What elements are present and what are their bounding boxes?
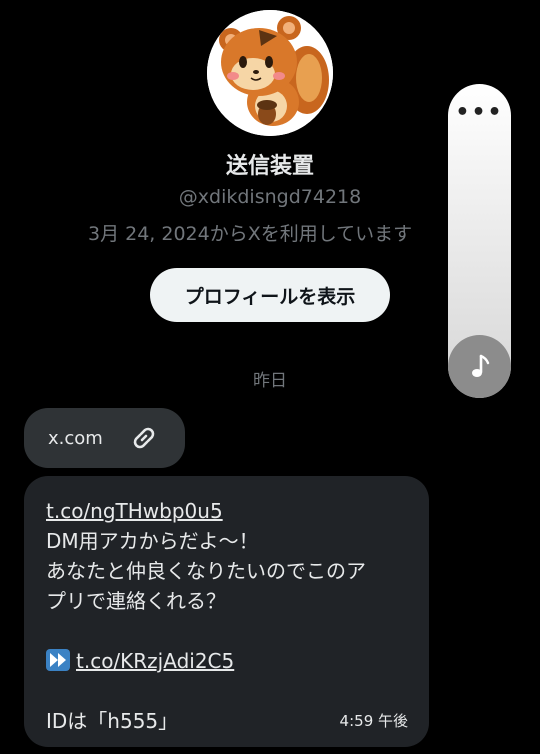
- view-profile-button[interactable]: プロフィールを表示: [150, 268, 390, 322]
- message-link-1[interactable]: t.co/ngTHwbp0u5: [46, 499, 223, 523]
- link-card-domain: x.com: [48, 427, 103, 449]
- link-icon: [133, 427, 155, 449]
- profile-avatar[interactable]: [207, 10, 333, 136]
- fast-forward-icon: [46, 649, 70, 671]
- more-button[interactable]: •••: [448, 94, 511, 130]
- message-link-2[interactable]: t.co/KRzjAdi2C5: [76, 649, 234, 673]
- more-icon: •••: [455, 99, 504, 125]
- music-button[interactable]: [448, 335, 511, 398]
- message-timestamp: 4:59 午後: [339, 712, 408, 730]
- message-bubble: t.co/ngTHwbp0u5 DM用アカからだよ〜！ あなたと仲良くなりたいの…: [24, 476, 429, 747]
- squirrel-avatar-icon: [207, 10, 333, 136]
- message-line-2: あなたと仲良くなりたいのでこのア: [46, 559, 366, 583]
- music-note-icon: [471, 354, 489, 377]
- floating-side-panel: •••: [448, 84, 511, 398]
- link-preview-card[interactable]: x.com: [24, 408, 185, 468]
- message-line-3: プリで連絡くれる？: [46, 589, 226, 613]
- message-line-1: DM用アカからだよ〜！: [46, 529, 259, 553]
